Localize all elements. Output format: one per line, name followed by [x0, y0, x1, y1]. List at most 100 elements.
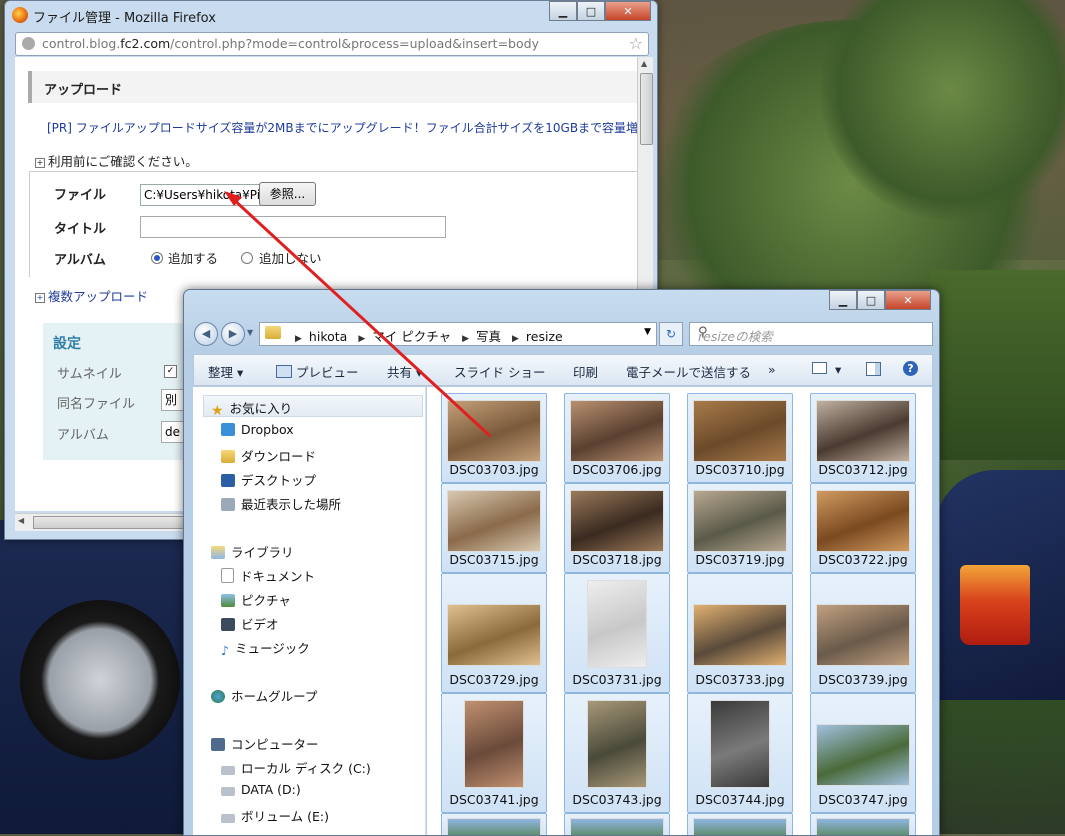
expand-icon: +	[35, 293, 45, 303]
scroll-thumb[interactable]	[640, 73, 653, 145]
preview-button[interactable]: プレビュー	[276, 362, 359, 381]
title-input[interactable]	[140, 216, 446, 238]
nav-documents[interactable]: ドキュメント	[221, 566, 315, 585]
url-text[interactable]: control.blog.fc2.com/control.php?mode=co…	[42, 36, 539, 51]
nav-local-disk[interactable]: ローカル ディスク (C:)	[221, 758, 371, 777]
breadcrumb[interactable]: ▶ hikota ▶ マイ ピクチャ ▶ 写真 ▶ resize	[288, 326, 563, 345]
hscroll-thumb[interactable]	[33, 516, 185, 529]
file-tile[interactable]: DSC03731.jpg	[564, 573, 670, 693]
file-tile[interactable]: DSC03710.jpg	[687, 393, 793, 483]
nav-computer[interactable]: コンピューター	[211, 734, 319, 753]
thumbnail-checkbox[interactable]: ✓	[164, 365, 177, 378]
back-button[interactable]: ◀	[194, 322, 218, 346]
multi-upload-toggle[interactable]: + 複数アップロード	[35, 286, 148, 305]
slideshow-button[interactable]: スライド ショー	[454, 362, 545, 381]
file-tile[interactable]: DSC03712.jpg	[810, 393, 916, 483]
file-tile[interactable]: DSC03703.jpg	[441, 393, 547, 483]
address-bar[interactable]: ▶ hikota ▶ マイ ピクチャ ▶ 写真 ▶ resize ▼	[259, 322, 657, 346]
forward-button[interactable]: ▶	[221, 322, 245, 346]
file-thumbnail	[464, 700, 524, 788]
print-button[interactable]: 印刷	[573, 362, 598, 381]
address-dropdown-icon[interactable]: ▼	[644, 327, 651, 337]
file-thumbnail	[447, 818, 541, 835]
help-button[interactable]: ?	[903, 360, 918, 376]
file-tile[interactable]	[687, 813, 793, 835]
file-thumbnail	[447, 604, 541, 666]
nav-pictures[interactable]: ピクチャ	[221, 590, 291, 609]
organize-button[interactable]: 整理 ▾	[208, 362, 243, 381]
confirm-toggle[interactable]: + 利用前にご確認ください。	[35, 151, 198, 170]
pr-link[interactable]: [PR] ファイルアップロードサイズ容量が2MBまでにアップグレード！ファイル合…	[47, 119, 637, 136]
file-name: DSC03722.jpg	[818, 552, 908, 567]
minimize-button[interactable]: ▁	[549, 1, 577, 21]
nav-dropbox[interactable]: Dropbox	[221, 422, 294, 437]
file-thumbnail	[693, 818, 787, 835]
refresh-button[interactable]: ↻	[659, 322, 683, 346]
nav-videos[interactable]: ビデオ	[221, 614, 279, 633]
site-identity-icon[interactable]	[22, 37, 35, 50]
recent-pages-icon[interactable]: ▼	[247, 328, 253, 337]
album-noadd-radio[interactable]	[241, 252, 253, 264]
file-tile[interactable]: DSC03744.jpg	[687, 693, 793, 813]
file-tile[interactable]: DSC03722.jpg	[810, 483, 916, 573]
file-thumbnail	[816, 818, 910, 835]
nav-data-drive[interactable]: DATA (D:)	[221, 782, 301, 797]
file-name: DSC03718.jpg	[572, 552, 662, 567]
search-box[interactable]: resizeの検索 ⚲	[689, 322, 933, 346]
breadcrumb-item[interactable]: hikota	[309, 329, 347, 344]
browse-button[interactable]: 参照...	[259, 182, 316, 206]
view-options-button[interactable]: ▾	[812, 362, 841, 377]
file-name: DSC03743.jpg	[572, 792, 662, 807]
file-tile[interactable]: DSC03706.jpg	[564, 393, 670, 483]
nav-desktop[interactable]: デスクトップ	[221, 470, 316, 489]
share-button[interactable]: 共有 ▾	[387, 362, 422, 381]
scroll-up-icon[interactable]: ▲	[641, 59, 647, 68]
bookmark-star-icon[interactable]: ☆	[629, 34, 643, 53]
file-tile[interactable]: DSC03719.jpg	[687, 483, 793, 573]
file-tile[interactable]: DSC03747.jpg	[810, 693, 916, 813]
album2-label: アルバム	[57, 428, 109, 443]
file-tile[interactable]: DSC03739.jpg	[810, 573, 916, 693]
nav-homegroup[interactable]: ホームグループ	[211, 686, 317, 705]
file-name: DSC03703.jpg	[449, 462, 539, 477]
file-tile[interactable]	[441, 813, 547, 835]
nav-music[interactable]: ♪ ミュージック	[221, 638, 310, 658]
view-icon	[812, 362, 827, 374]
nav-recent[interactable]: 最近表示した場所	[221, 494, 341, 513]
file-tile[interactable]: DSC03715.jpg	[441, 483, 547, 573]
dropbox-icon	[221, 423, 235, 436]
file-tile[interactable]: DSC03743.jpg	[564, 693, 670, 813]
file-input[interactable]: C:¥Users¥hikota¥Pi	[140, 184, 261, 206]
scroll-left-icon[interactable]: ◀	[18, 516, 24, 525]
firefox-titlebar[interactable]: ファイル管理 - Mozilla Firefox ▁ □ ✕	[5, 1, 657, 29]
breadcrumb-item[interactable]: resize	[526, 329, 563, 344]
file-tile[interactable]	[564, 813, 670, 835]
email-button[interactable]: 電子メールで送信する	[626, 362, 751, 381]
maximize-button[interactable]: □	[857, 290, 885, 310]
file-thumbnail	[447, 400, 541, 462]
file-tile[interactable]: DSC03733.jpg	[687, 573, 793, 693]
maximize-button[interactable]: □	[577, 1, 605, 21]
explorer-window: ▁ □ ✕ ◀ ▶ ▼ ▶ hikota ▶ マイ ピクチャ ▶ 写真 ▶ resize…	[183, 289, 940, 836]
file-tile[interactable]: DSC03741.jpg	[441, 693, 547, 813]
close-button[interactable]: ✕	[605, 1, 651, 21]
explorer-window-controls: ▁ □ ✕	[829, 290, 931, 310]
minimize-button[interactable]: ▁	[829, 290, 857, 310]
search-icon[interactable]: ⚲	[698, 325, 926, 340]
close-button[interactable]: ✕	[885, 290, 931, 310]
nav-volume[interactable]: ボリューム (E:)	[221, 806, 329, 825]
url-bar[interactable]: control.blog.fc2.com/control.php?mode=co…	[15, 32, 649, 56]
preview-pane-button[interactable]	[866, 362, 881, 379]
album-add-label: 追加する	[168, 251, 219, 266]
file-tile[interactable]: DSC03729.jpg	[441, 573, 547, 693]
breadcrumb-item[interactable]: マイ ピクチャ	[372, 329, 451, 344]
breadcrumb-item[interactable]: 写真	[476, 329, 501, 344]
more-commands-button[interactable]: »	[768, 362, 776, 377]
album-add-radio[interactable]	[151, 252, 163, 264]
nav-downloads[interactable]: ダウンロード	[221, 446, 316, 465]
file-tile[interactable]: DSC03718.jpg	[564, 483, 670, 573]
file-tile[interactable]	[810, 813, 916, 835]
nav-favorites[interactable]: ★ お気に入り	[211, 398, 292, 419]
nav-libraries[interactable]: ライブラリ	[211, 542, 294, 561]
computer-icon	[211, 738, 225, 751]
